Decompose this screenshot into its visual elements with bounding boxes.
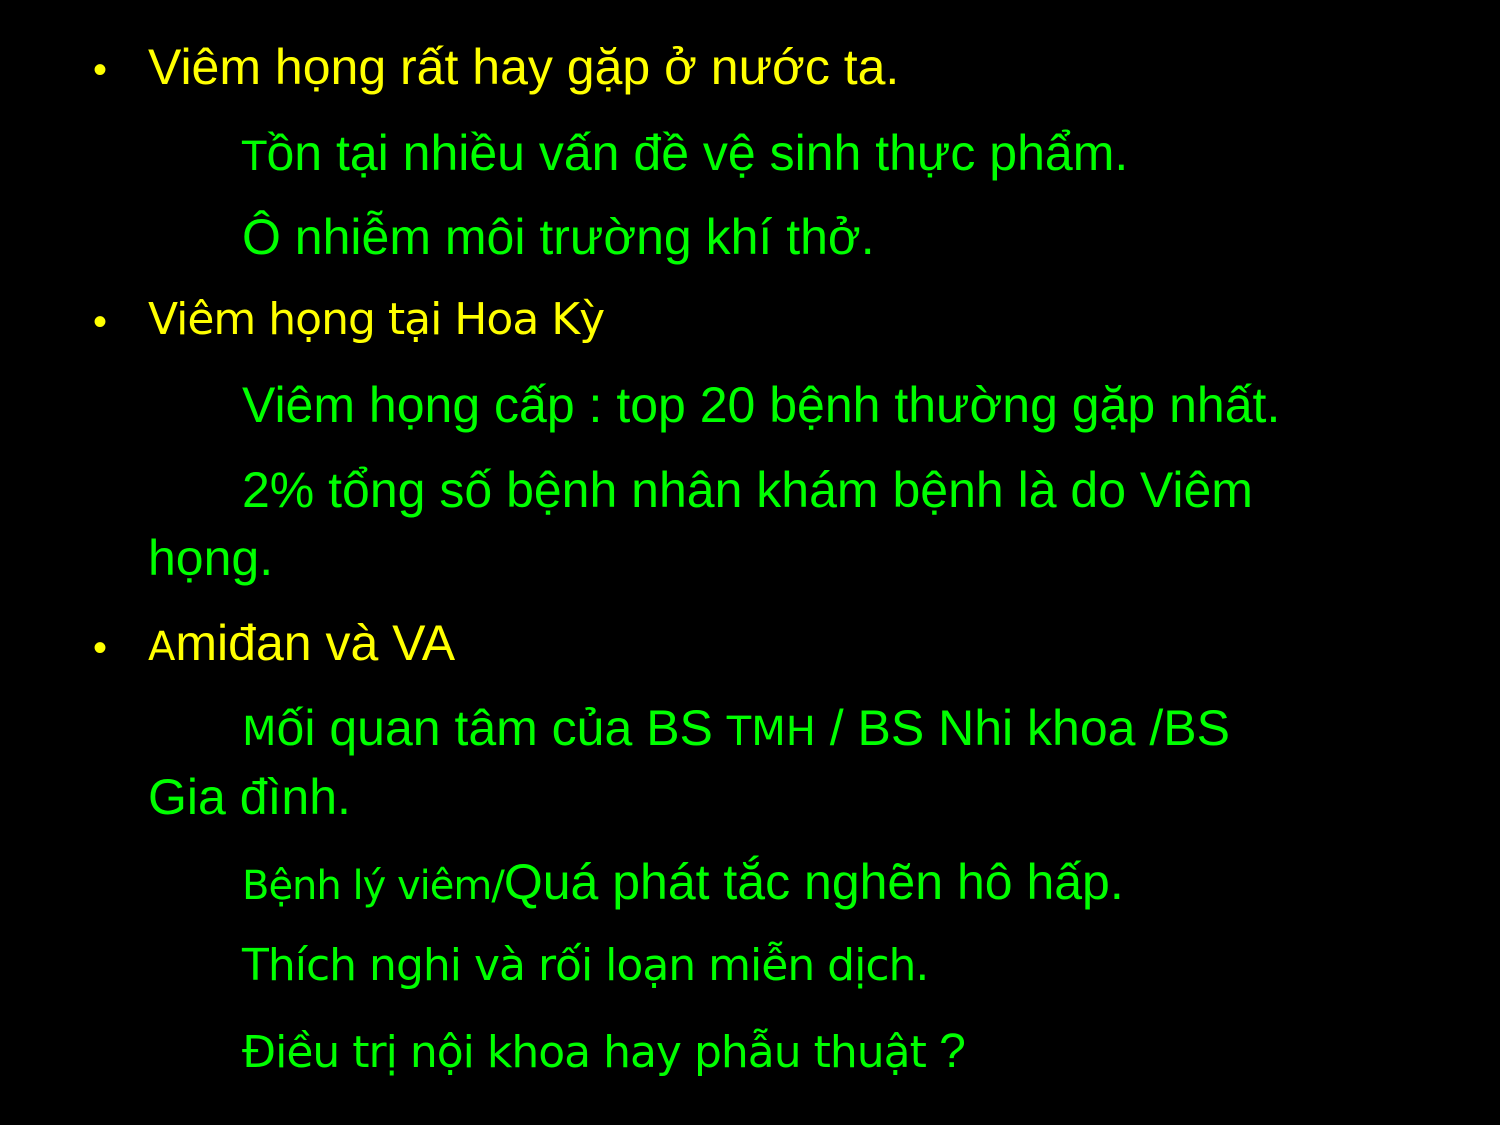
bullet-1: • [92, 48, 107, 92]
heading-1: Viêm họng rất hay gặp ở nước ta. [148, 42, 899, 92]
heading-3-text: miđan và VA [175, 615, 456, 671]
heading-3: Amiđan và VA [148, 618, 455, 668]
item-3-3-text: Thích nghi và rối loạn miễn dịch. [242, 940, 929, 991]
item-1-2-text: Ô nhiễm môi trường khí thở. [242, 209, 875, 265]
item-3-2: Bệnh lý viêm/Quá phát tắc nghẽn hô hấp. [242, 857, 1124, 907]
item-3-1-text-small: TMH [726, 709, 816, 755]
item-3-2-text-small: Bệnh lý viêm/ [242, 863, 505, 909]
item-3-1-continuation: Gia đình. [148, 772, 351, 822]
heading-1-text: Viêm họng rất hay gặp ở nước ta. [148, 39, 900, 95]
bullet-3: • [92, 626, 107, 670]
item-2-1: Viêm họng cấp : top 20 bệnh thường gặp n… [242, 380, 1280, 430]
item-3-2-text: Quá phát tắc nghẽn hô hấp. [503, 854, 1124, 910]
bullet-2: • [92, 300, 107, 344]
item-3-1: Mối quan tâm của BS TMH / BS Nhi khoa /B… [242, 703, 1230, 753]
item-3-4: Điều trị nội khoa hay phẫu thuật ? [242, 1028, 966, 1076]
item-3-1-text-b: / BS Nhi khoa /BS [815, 700, 1230, 756]
heading-3-prefix: A [148, 624, 176, 670]
slide: • Viêm họng rất hay gặp ở nước ta. Tồn t… [0, 0, 1500, 1125]
item-2-2-continuation: họng. [148, 533, 273, 583]
item-1-1: Tồn tại nhiều vấn đề vệ sinh thực phẩm. [242, 128, 1128, 178]
item-1-1-prefix: T [242, 134, 267, 180]
item-3-1-continuation-text: Gia đình. [148, 769, 351, 825]
item-3-4-suffix: ? [925, 1025, 966, 1078]
item-3-1-text-a: ối quan tâm của BS [276, 700, 727, 756]
heading-2-text: Viêm họng tại Hoa Kỳ [148, 294, 605, 345]
item-3-3: Thích nghi và rối loạn miễn dịch. [242, 944, 929, 988]
item-3-1-prefix: M [242, 709, 277, 755]
item-2-2: 2% tổng số bệnh nhân khám bệnh là do Viê… [242, 465, 1253, 515]
item-2-2-text: 2% tổng số bệnh nhân khám bệnh là do Viê… [242, 462, 1253, 518]
heading-2: Viêm họng tại Hoa Kỳ [148, 298, 605, 342]
item-1-1-text: ồn tại nhiều vấn đề vệ sinh thực phẩm. [266, 125, 1129, 181]
item-1-2: Ô nhiễm môi trường khí thở. [242, 212, 875, 262]
item-2-1-text: Viêm họng cấp : top 20 bệnh thường gặp n… [242, 377, 1281, 433]
item-3-4-text: Điều trị nội khoa hay phẫu thuật [242, 1027, 927, 1078]
item-2-2-continuation-text: họng. [148, 530, 274, 586]
